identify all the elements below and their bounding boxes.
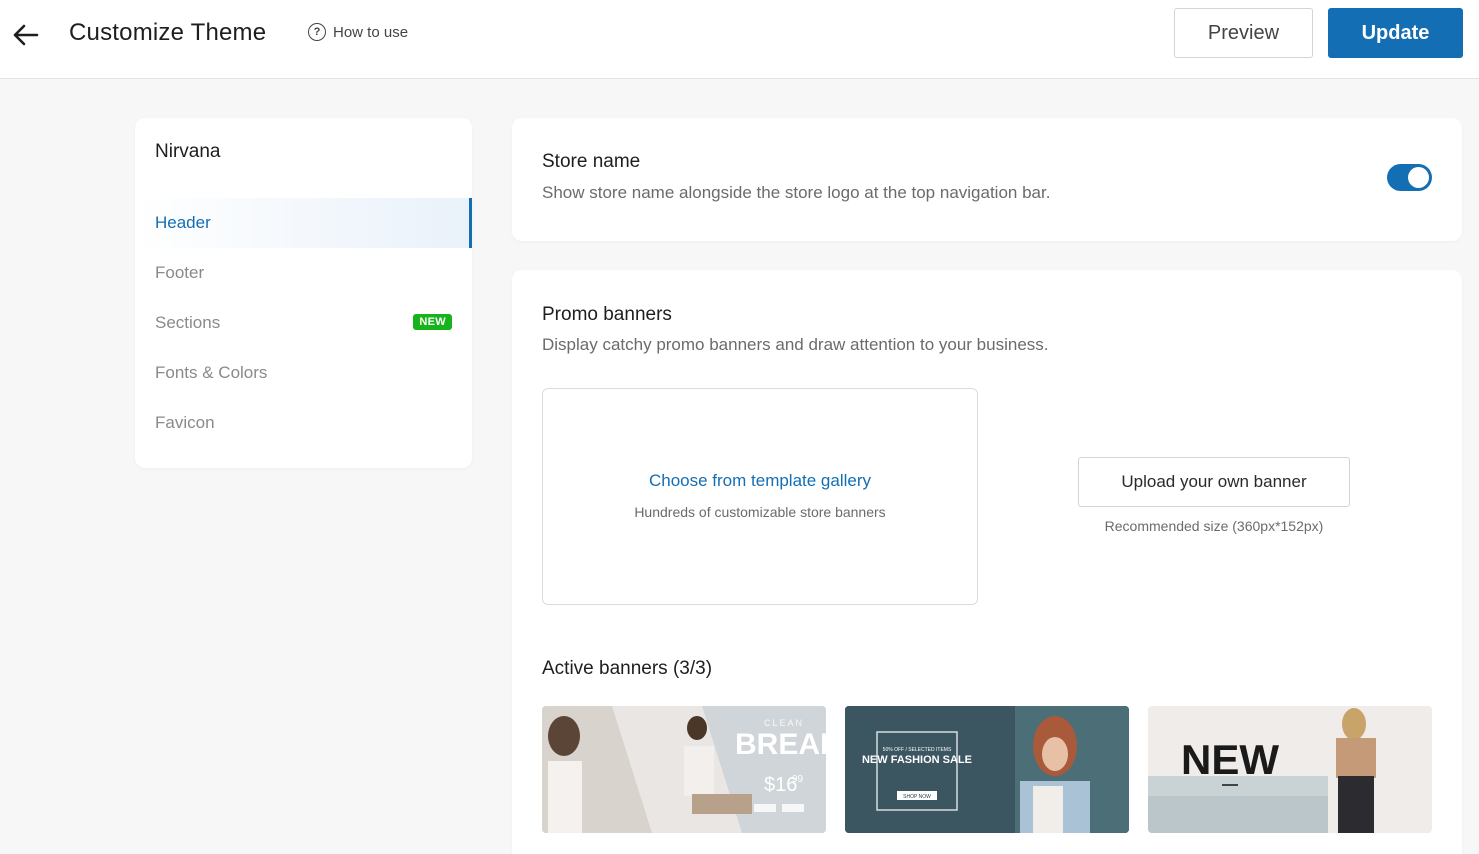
- banner-1-image: CLEAN BREAK $16 99: [542, 706, 826, 833]
- toggle-knob: [1408, 167, 1429, 188]
- update-button[interactable]: Update: [1328, 8, 1463, 58]
- banner-2-headline: NEW FASHION SALE: [862, 754, 972, 766]
- sidebar-item-label: Fonts & Colors: [155, 363, 268, 382]
- preview-button[interactable]: Preview: [1174, 8, 1313, 58]
- theme-sidebar: Nirvana Header Footer Sections NEW Fonts…: [135, 118, 472, 468]
- banner-2-image: 50% OFF / SELECTED ITEMS NEW FASHION SAL…: [845, 706, 1129, 833]
- banner-2-tag: 50% OFF / SELECTED ITEMS: [883, 747, 952, 753]
- back-arrow-icon[interactable]: [8, 18, 42, 52]
- banner-1-headline: BREAK: [735, 728, 826, 761]
- top-bar: Customize Theme ? How to use Preview Upd…: [0, 0, 1479, 79]
- store-name-description: Show store name alongside the store logo…: [542, 183, 1051, 202]
- sidebar-item-favicon[interactable]: Favicon: [135, 398, 472, 448]
- active-banner-1[interactable]: CLEAN BREAK $16 99: [542, 706, 826, 833]
- banner-3-headline: NEW: [1181, 736, 1279, 783]
- active-banner-2[interactable]: 50% OFF / SELECTED ITEMS NEW FASHION SAL…: [845, 706, 1129, 833]
- store-name-title: Store name: [542, 151, 641, 172]
- sidebar-item-label: Sections: [155, 313, 221, 332]
- banner-2-cta: SHOP NOW: [903, 794, 931, 800]
- store-name-card: Store name Show store name alongside the…: [512, 118, 1462, 241]
- sidebar-item-sections[interactable]: Sections NEW: [135, 298, 472, 348]
- template-gallery-subtitle: Hundreds of customizable store banners: [634, 504, 886, 520]
- store-name-toggle[interactable]: [1387, 164, 1432, 191]
- active-banner-3[interactable]: NEW: [1148, 706, 1432, 833]
- page-title: Customize Theme: [69, 19, 267, 46]
- how-to-use-link[interactable]: ? How to use: [308, 23, 408, 41]
- upload-banner-button[interactable]: Upload your own banner: [1078, 457, 1350, 507]
- question-circle-icon: ?: [308, 23, 326, 41]
- upload-size-hint: Recommended size (360px*152px): [1104, 518, 1324, 534]
- sidebar-item-label: Footer: [155, 263, 205, 282]
- sidebar-item-label: Favicon: [155, 413, 215, 432]
- banner-1-tag: CLEAN: [764, 718, 804, 728]
- template-gallery-box[interactable]: Choose from template gallery Hundreds of…: [542, 388, 978, 605]
- active-banners-title: Active banners (3/3): [542, 658, 713, 679]
- template-gallery-link[interactable]: Choose from template gallery: [543, 471, 977, 491]
- promo-banners-card: Promo banners Display catchy promo banne…: [512, 270, 1462, 854]
- new-badge: NEW: [413, 314, 452, 330]
- promo-banners-title: Promo banners: [542, 304, 672, 325]
- banner-1-cents: 99: [792, 774, 804, 785]
- sidebar-nav: Header Footer Sections NEW Fonts & Color…: [135, 198, 472, 448]
- how-to-use-label: How to use: [333, 23, 409, 41]
- sidebar-item-footer[interactable]: Footer: [135, 248, 472, 298]
- sidebar-item-fonts-colors[interactable]: Fonts & Colors: [135, 348, 472, 398]
- sidebar-item-header[interactable]: Header: [135, 198, 472, 248]
- promo-banners-description: Display catchy promo banners and draw at…: [542, 335, 1049, 354]
- sidebar-item-label: Header: [155, 213, 211, 232]
- theme-name: Nirvana: [155, 141, 221, 162]
- banner-3-image: NEW: [1148, 706, 1432, 833]
